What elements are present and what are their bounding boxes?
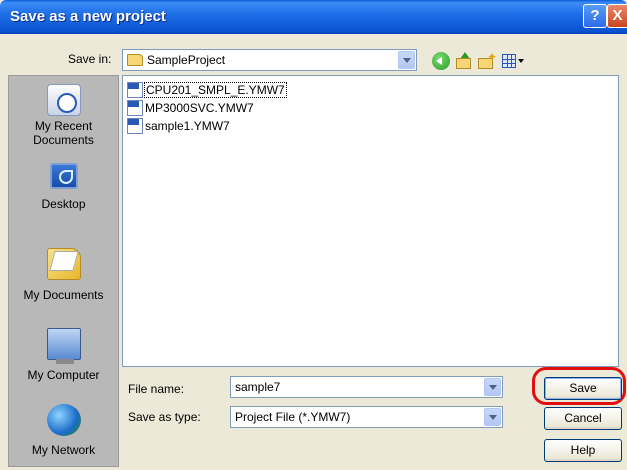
desktop-icon [49,163,78,189]
help-button[interactable]: Help [544,439,622,462]
file-name: CPU201_SMPL_E.YMW7 [144,82,287,98]
save-dialog: Save as a new project ? X Save in: Sampl… [0,0,627,470]
place-my-documents[interactable]: My Documents [9,248,118,302]
place-my-network[interactable]: My Network [9,404,118,457]
new-folder-icon[interactable]: ✦ [477,50,497,70]
file-name-value[interactable]: sample7 [235,380,280,394]
place-label: My Computer [27,368,100,382]
mpe-file-icon [127,100,143,116]
save-as-type-value: Project File (*.YMW7) [235,410,351,424]
place-my-recent-documents[interactable]: My Recent Documents [9,84,118,147]
my-documents-icon [46,248,81,280]
save-in-dropdown[interactable]: SampleProject [122,49,417,71]
place-label: My Documents [23,288,104,302]
title-bar[interactable]: Save as a new project ? X [0,0,627,34]
dialog-title: Save as a new project [10,8,166,25]
cancel-button[interactable]: Cancel [544,407,622,430]
file-name-input[interactable]: sample7 [230,376,503,398]
mpe-file-icon [127,118,143,134]
place-label-line2: Documents [33,133,94,147]
mpe-file-icon [127,82,143,98]
file-name: sample1.YMW7 [145,119,230,133]
save-in-value: SampleProject [147,53,226,67]
place-label: My Network [31,443,96,457]
back-icon[interactable] [432,52,450,70]
file-name-label: File name: [128,382,185,396]
file-list[interactable]: CPU201_SMPL_E.YMW7 MP3000SVC.YMW7 sample… [122,75,619,367]
place-my-computer[interactable]: My Computer [9,328,118,382]
place-label: Desktop [41,197,86,211]
help-title-button[interactable]: ? [583,4,607,28]
places-bar: My Recent Documents Desktop My Documents… [8,75,119,467]
save-button[interactable]: Save [544,377,622,400]
save-in-label: Save in: [68,52,112,66]
up-folder-icon[interactable] [455,52,473,70]
my-network-icon [46,404,81,436]
chevron-down-icon[interactable] [398,51,415,69]
views-menu-icon[interactable] [501,52,525,70]
place-desktop[interactable]: Desktop [9,163,118,211]
folder-icon [127,54,143,66]
chevron-down-icon[interactable] [484,378,501,396]
file-name: MP3000SVC.YMW7 [145,101,254,115]
save-as-type-dropdown[interactable]: Project File (*.YMW7) [230,406,503,428]
close-button[interactable]: X [607,4,627,28]
place-label: My Recent [34,119,93,133]
chevron-down-icon[interactable] [484,408,501,426]
my-computer-icon [46,328,81,364]
save-as-type-label: Save as type: [128,410,201,424]
recent-documents-icon [46,84,81,116]
